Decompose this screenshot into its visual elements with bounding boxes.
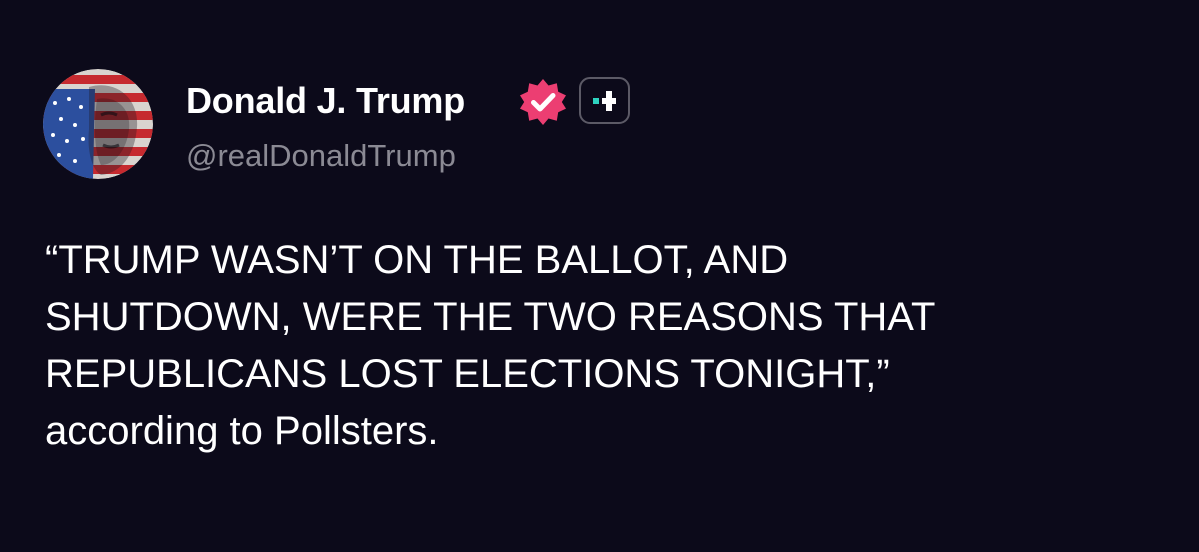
follow-button[interactable] bbox=[579, 77, 630, 124]
follow-plus-icon bbox=[592, 90, 616, 111]
post-text-line: according to Pollsters. bbox=[45, 409, 439, 453]
post-text-line: REPUBLICANS LOST ELECTIONS TONIGHT,” bbox=[45, 352, 890, 396]
author-display-name[interactable]: Donald J. Trump bbox=[186, 78, 465, 124]
avatar-image bbox=[43, 69, 153, 179]
author-handle[interactable]: @realDonaldTrump bbox=[186, 136, 456, 176]
post-text-line: SHUTDOWN, WERE THE TWO REASONS THAT bbox=[45, 295, 936, 339]
verified-badge-icon bbox=[518, 77, 568, 127]
avatar[interactable] bbox=[43, 69, 153, 179]
post-text-line: “TRUMP WASN’T ON THE BALLOT, AND bbox=[45, 238, 789, 282]
post-text: “TRUMP WASN’T ON THE BALLOT, AND SHUTDOW… bbox=[45, 232, 1165, 460]
post-card: Donald J. Trump @realDonaldTrump “TRUMP … bbox=[0, 0, 1199, 552]
